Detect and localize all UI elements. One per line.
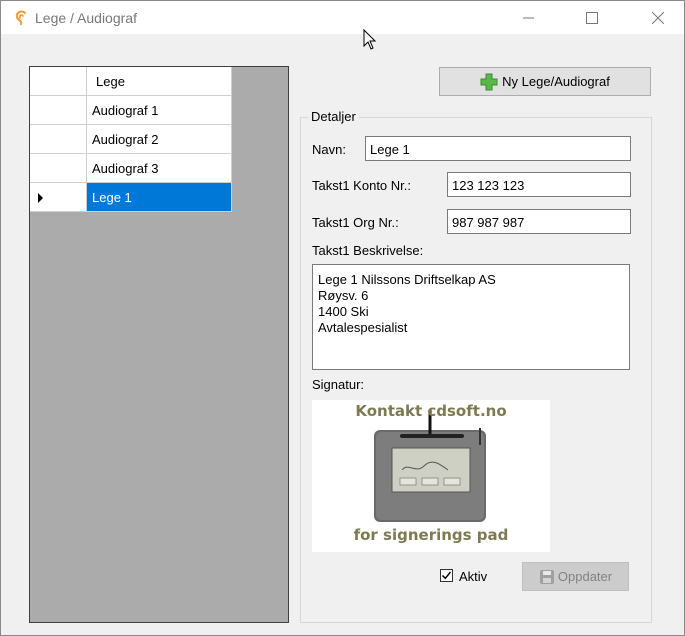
maximize-button[interactable] — [569, 1, 615, 34]
beskrivelse-line: Røysv. 6 — [318, 288, 369, 303]
signature-image[interactable]: Kontakt cdsoft.no for signerings pad — [312, 400, 550, 552]
beskrivelse-line: 1400 Ski — [318, 304, 369, 319]
new-lege-label: Ny Lege/Audiograf — [502, 74, 610, 89]
maximize-icon — [586, 11, 598, 24]
oppdater-label: Oppdater — [557, 569, 613, 584]
new-lege-button[interactable]: Ny Lege/Audiograf — [439, 67, 651, 96]
konto-field[interactable]: 123 123 123 — [447, 172, 631, 197]
minimize-icon — [523, 17, 534, 18]
row-header[interactable] — [30, 125, 87, 154]
beskrivelse-line: Avtalespesialist — [318, 320, 408, 335]
beskrivelse-textarea[interactable]: Lege 1 Nilssons Driftselkap AS Røysv. 6 … — [312, 264, 630, 370]
table-row-selected[interactable]: Lege 1 — [30, 183, 232, 212]
beskrivelse-line: Lege 1 Nilssons Driftselkap AS — [318, 272, 496, 287]
column-header-lege[interactable]: Lege — [87, 67, 232, 96]
app-ear-icon — [15, 10, 27, 26]
row-selector-icon — [38, 193, 43, 203]
plus-icon — [480, 73, 498, 90]
org-label: Takst1 Org Nr.: — [312, 215, 399, 230]
konto-label: Takst1 Konto Nr.: — [312, 178, 411, 193]
navn-label: Navn: — [312, 142, 346, 157]
close-button[interactable] — [635, 1, 681, 34]
org-field[interactable]: 987 987 987 — [447, 209, 631, 234]
title-bar[interactable]: Lege / Audiograf — [1, 1, 684, 50]
grid-cell[interactable]: Audiograf 3 — [87, 154, 232, 183]
table-row[interactable]: Audiograf 1 — [30, 96, 232, 125]
grid-cell[interactable]: Audiograf 1 — [87, 96, 232, 125]
grid-corner — [30, 67, 87, 96]
aktiv-checkbox[interactable] — [440, 569, 453, 582]
cursor-icon — [363, 29, 377, 50]
grid-header-row: Lege — [30, 67, 232, 96]
minimize-button[interactable] — [506, 1, 552, 34]
signature-top-text: Kontakt cdsoft.no — [355, 402, 507, 420]
table-row[interactable]: Audiograf 3 — [30, 154, 232, 183]
row-header[interactable] — [30, 154, 87, 183]
lege-grid[interactable]: Lege Audiograf 1 Audiograf 2 Audiograf 3… — [29, 66, 289, 623]
beskrivelse-label: Takst1 Beskrivelse: — [312, 243, 424, 258]
oppdater-button[interactable]: Oppdater — [522, 562, 629, 591]
window-title: Lege / Audiograf — [35, 10, 137, 26]
navn-field[interactable]: Lege 1 — [365, 136, 631, 161]
close-icon — [652, 11, 664, 24]
grid-cell[interactable]: Audiograf 2 — [87, 125, 232, 154]
grid-cell[interactable]: Lege 1 — [87, 183, 232, 212]
signatur-label: Signatur: — [312, 377, 365, 392]
row-header[interactable] — [30, 96, 87, 125]
check-icon — [442, 571, 452, 580]
aktiv-label: Aktiv — [459, 569, 488, 584]
table-row[interactable]: Audiograf 2 — [30, 125, 232, 154]
save-icon — [539, 569, 554, 584]
signature-bottom-text: for signerings pad — [353, 526, 509, 544]
details-group-label: Detaljer — [308, 109, 359, 124]
row-header[interactable] — [30, 183, 87, 212]
